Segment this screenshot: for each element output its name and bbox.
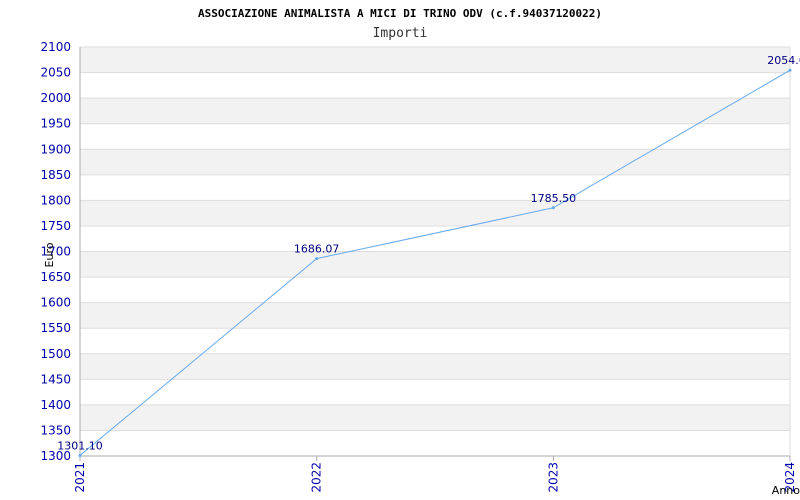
x-tick-labels: 2021 2022 2023 2024 bbox=[73, 462, 797, 493]
y-tick-label: 1400 bbox=[40, 398, 71, 412]
line-chart: 1300135014001450150015501600165017001750… bbox=[40, 7, 800, 497]
plot-band bbox=[80, 47, 790, 73]
x-tick-label: 2023 bbox=[546, 462, 560, 493]
y-tick-label: 1500 bbox=[40, 347, 71, 361]
y-tick-label: 1350 bbox=[40, 423, 71, 437]
y-axis-label: Euro bbox=[43, 242, 56, 267]
y-tick-label: 1800 bbox=[40, 193, 71, 207]
plot-band bbox=[80, 251, 790, 278]
y-tick-label: 2100 bbox=[40, 40, 71, 54]
y-tick-label: 1950 bbox=[40, 117, 71, 131]
data-label: 2054.60 bbox=[767, 54, 800, 67]
x-tick-label: 2022 bbox=[310, 462, 324, 493]
y-tick-label: 1650 bbox=[40, 270, 71, 284]
data-point bbox=[78, 453, 82, 457]
x-axis-label: Anno bbox=[772, 484, 800, 497]
data-point bbox=[551, 206, 555, 210]
chart-subtitle: Importi bbox=[373, 26, 428, 41]
y-tick-label: 1750 bbox=[40, 219, 71, 233]
y-tick-label: 1550 bbox=[40, 321, 71, 335]
plot-band bbox=[80, 404, 790, 431]
chart-title: ASSOCIAZIONE ANIMALISTA A MICI DI TRINO … bbox=[198, 7, 602, 20]
data-label: 1785.50 bbox=[531, 192, 577, 205]
data-label: 1686.07 bbox=[294, 243, 340, 256]
plot-bands bbox=[80, 47, 790, 431]
x-tick-label: 2021 bbox=[73, 462, 87, 493]
plot-band bbox=[80, 302, 790, 329]
y-tick-label: 1850 bbox=[40, 168, 71, 182]
y-tick-label: 1450 bbox=[40, 372, 71, 386]
y-tick-label: 2000 bbox=[40, 91, 71, 105]
plot-band bbox=[80, 200, 790, 226]
y-tick-label: 1900 bbox=[40, 142, 71, 156]
y-tick-label: 1600 bbox=[40, 296, 71, 310]
data-point bbox=[315, 257, 319, 261]
y-tick-label: 2050 bbox=[40, 66, 71, 80]
plot-band bbox=[80, 149, 790, 175]
data-label: 1301.10 bbox=[57, 439, 103, 452]
plot-band bbox=[80, 98, 790, 124]
data-point bbox=[788, 68, 792, 72]
